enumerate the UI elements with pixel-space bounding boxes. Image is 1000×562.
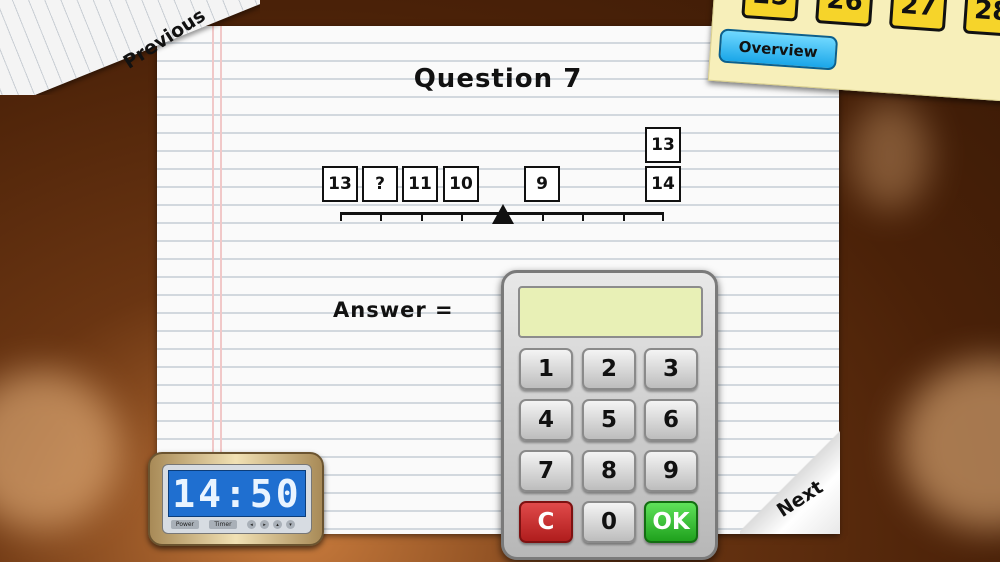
key-8[interactable]: 8 [582,450,636,492]
timer-up-button[interactable]: ▴ [273,520,282,529]
clear-key[interactable]: C [519,501,573,543]
question-number-28[interactable]: 28 [962,0,1000,38]
key-3[interactable]: 3 [644,348,698,390]
ok-key[interactable]: OK [644,501,698,543]
weight-box: 11 [402,166,438,202]
power-button[interactable]: Power [171,520,199,529]
timer-right-button[interactable]: ▸ [260,520,269,529]
beam-tick [582,215,584,221]
weight-box: 13 [322,166,358,202]
question-number-27[interactable]: 27 [888,0,948,33]
timer-display: 14:50 [168,470,306,517]
beam-tick [340,215,342,221]
timer-button[interactable]: Timer [209,520,237,529]
timer-face: 14:50 Power Timer ◂ ▸ ▴ ▾ [162,464,312,534]
countdown-timer: 14:50 Power Timer ◂ ▸ ▴ ▾ [148,452,324,546]
weight-box: 13 [645,127,681,163]
key-9[interactable]: 9 [644,450,698,492]
key-2[interactable]: 2 [582,348,636,390]
beam-tick [542,215,544,221]
timer-left-button[interactable]: ◂ [247,520,256,529]
key-4[interactable]: 4 [519,399,573,441]
timer-down-button[interactable]: ▾ [286,520,295,529]
beam-tick [662,215,664,221]
beam-tick [461,215,463,221]
calculator: 1 2 3 4 5 6 7 8 9 C 0 OK [501,270,718,560]
weight-box: 9 [524,166,560,202]
weight-box: 14 [645,166,681,202]
key-0[interactable]: 0 [582,501,636,543]
unknown-weight-box: ? [362,166,398,202]
question-number-26[interactable]: 26 [815,0,874,27]
key-7[interactable]: 7 [519,450,573,492]
weight-box: 10 [443,166,479,202]
fulcrum-triangle [492,204,514,224]
beam-tick [380,215,382,221]
beam-tick [623,215,625,221]
calculator-display [518,286,703,338]
key-6[interactable]: 6 [644,399,698,441]
question-number-25[interactable]: 25 [741,0,800,22]
overview-button[interactable]: Overview [718,28,839,71]
beam-tick [421,215,423,221]
answer-label: Answer = [333,298,454,322]
key-5[interactable]: 5 [582,399,636,441]
key-1[interactable]: 1 [519,348,573,390]
